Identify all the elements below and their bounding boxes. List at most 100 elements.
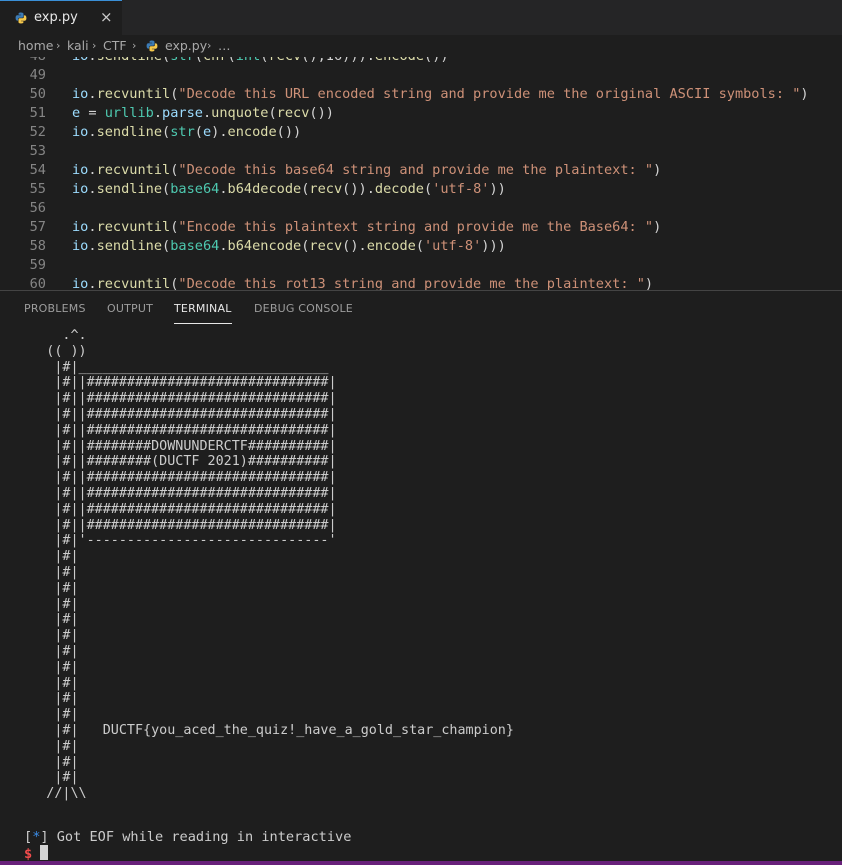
code-token: "Decode this URL encoded string and prov…: [178, 86, 801, 102]
line-number: 55: [29, 181, 46, 197]
code-token: (: [415, 238, 424, 254]
code-token: "Encode this plaintext string and provid…: [178, 219, 654, 235]
tab-exp-py[interactable]: exp.py ×: [0, 0, 122, 35]
code-text: io.recvuntil("Decode this URL encoded st…: [72, 85, 809, 104]
code-token: e: [72, 105, 81, 121]
line-number: 50: [29, 86, 46, 102]
code-token: 'utf-8': [424, 238, 482, 254]
code-token: (: [162, 238, 171, 254]
code-token: encode: [227, 124, 277, 140]
line-number: 57: [29, 219, 46, 235]
line-number: 56: [29, 200, 46, 216]
code-line[interactable]: 49: [0, 66, 842, 85]
code-token: io: [72, 219, 89, 235]
code-token: .: [88, 57, 96, 64]
shell-prompt: $: [24, 846, 33, 862]
code-line[interactable]: 50 io.recvuntil("Decode this URL encoded …: [0, 85, 842, 104]
code-token: chr: [203, 57, 228, 64]
code-token: .: [88, 124, 97, 140]
code-token: base64: [170, 181, 220, 197]
line-number: 59: [29, 257, 46, 273]
code-token: ))).: [342, 57, 375, 64]
close-icon[interactable]: ×: [100, 8, 113, 26]
breadcrumb-more[interactable]: …: [218, 38, 231, 53]
code-token: .: [88, 238, 97, 254]
code-editor[interactable]: 48io.sendline(str(chr(int(recv(),16))).e…: [0, 57, 842, 290]
code-token: .: [153, 105, 163, 121]
tab-debug-console[interactable]: DEBUG CONSOLE: [254, 302, 353, 315]
breadcrumb-home[interactable]: home: [18, 38, 53, 53]
code-token: ))): [481, 238, 506, 254]
tab-output[interactable]: OUTPUT: [107, 302, 153, 315]
chevron-right-icon: ›: [207, 39, 212, 52]
code-token: =: [80, 105, 105, 121]
tab-terminal[interactable]: TERMINAL: [174, 302, 232, 324]
code-line[interactable]: 56: [0, 199, 842, 218]
code-token: str: [170, 124, 195, 140]
code-token: encode: [375, 57, 424, 64]
chevron-right-icon: ›: [56, 39, 61, 52]
code-text: io.recvuntil("Decode this base64 string …: [72, 161, 661, 180]
bottom-panel: PROBLEMS OUTPUT TERMINAL DEBUG CONSOLE .…: [0, 290, 842, 865]
code-token: .: [88, 219, 97, 235]
code-line[interactable]: 58 io.sendline(base64.b64encode(recv().en…: [0, 237, 842, 256]
code-line[interactable]: 60 io.recvuntil("Decode this rot13 string…: [0, 275, 842, 290]
code-line[interactable]: 51 e = urllib.parse.unquote(recv()): [0, 104, 842, 123]
code-line[interactable]: 52 io.sendline(str(e).encode()): [0, 123, 842, 142]
breadcrumb-file[interactable]: exp.py: [165, 38, 207, 53]
terminal-prompt-line[interactable]: $: [24, 845, 49, 862]
code-token: ): [653, 162, 662, 178]
code-token: 16: [326, 57, 342, 64]
breadcrumb-kali[interactable]: kali: [67, 38, 89, 53]
terminal-eof-line: [*] Got EOF while reading in interactive: [24, 829, 351, 845]
line-number: 54: [29, 162, 46, 178]
code-token: .: [202, 105, 212, 121]
code-token: ): [653, 219, 662, 235]
code-line[interactable]: 57 io.recvuntil("Encode this plaintext st…: [0, 218, 842, 237]
code-token: ): [800, 86, 809, 102]
code-token: parse: [162, 105, 203, 121]
code-token: io: [72, 57, 88, 64]
code-token: .: [219, 238, 228, 254]
code-line[interactable]: 59: [0, 256, 842, 275]
code-token: 'utf-8': [432, 181, 490, 197]
code-text: io.recvuntil("Decode this rot13 string a…: [72, 275, 653, 290]
code-line[interactable]: 55 io.sendline(base64.b64decode(recv()).d…: [0, 180, 842, 199]
code-text: e = urllib.parse.unquote(recv()): [72, 104, 334, 123]
code-token: str: [170, 57, 195, 64]
code-token: io: [72, 181, 89, 197]
code-token: (: [268, 105, 277, 121]
code-token: (: [194, 124, 203, 140]
code-token: (: [424, 181, 433, 197]
code-token: (: [162, 181, 171, 197]
code-line[interactable]: 48io.sendline(str(chr(int(recv(),16))).e…: [0, 57, 842, 66]
breadcrumb-ctf[interactable]: CTF: [103, 38, 127, 53]
editor-tab-bar: exp.py ×: [0, 0, 842, 35]
code-token: ()): [424, 57, 449, 64]
status-bar: [0, 861, 842, 865]
code-token: recvuntil: [96, 86, 171, 102]
terminal-output[interactable]: .^. (( )) |#|___________________________…: [6, 328, 514, 802]
code-token: .: [219, 181, 228, 197]
code-token: io: [72, 162, 89, 178]
code-text: io.sendline(str(e).encode()): [72, 123, 301, 142]
code-token: unquote: [211, 105, 269, 121]
code-text: io.sendline(base64.b64decode(recv()).dec…: [72, 180, 506, 199]
line-number: 48: [0, 57, 46, 66]
code-line[interactable]: 54 io.recvuntil("Decode this base64 strin…: [0, 161, 842, 180]
code-token: (: [228, 57, 236, 64]
code-token: .: [88, 181, 97, 197]
code-token: b64encode: [227, 238, 302, 254]
code-token: recvuntil: [96, 276, 171, 290]
chevron-right-icon: ›: [132, 39, 137, 52]
code-token: io: [72, 238, 89, 254]
code-text: io.recvuntil("Encode this plaintext stri…: [72, 218, 661, 237]
code-token: recv: [276, 105, 310, 121]
line-number: 58: [29, 238, 46, 254]
code-token: (: [162, 124, 171, 140]
tab-problems[interactable]: PROBLEMS: [24, 302, 86, 315]
code-token: sendline: [96, 238, 163, 254]
code-token: ()): [309, 105, 334, 121]
code-line[interactable]: 53: [0, 142, 842, 161]
code-token: recvuntil: [96, 219, 171, 235]
